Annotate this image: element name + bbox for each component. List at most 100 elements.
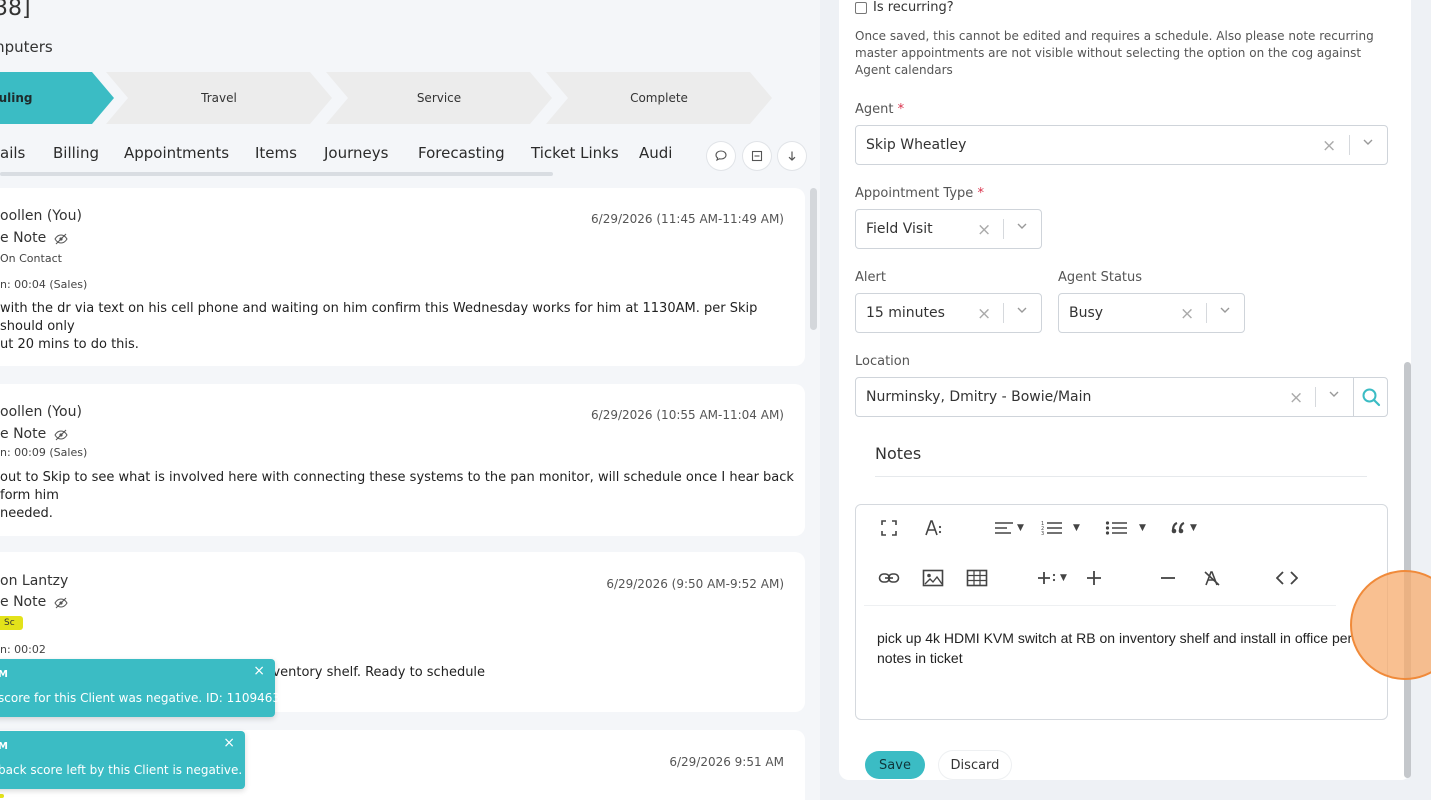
align-icon[interactable]: ▼ [993,519,1024,537]
location-label: Location [855,354,910,369]
actions-scrollbar[interactable] [810,188,817,330]
ticket-id: 38] [0,0,31,21]
arrow-down-icon[interactable] [778,142,806,170]
action-time: 6/29/2026 (11:45 AM-11:49 AM) [591,212,784,226]
alert-label: Alert [855,270,886,285]
toast-title: M [0,669,8,680]
toast-message: back score left by this Client is negati… [0,763,243,777]
agent-status-value: Busy [1069,305,1104,321]
ticket-pane: 38] mputers duling Travel Service Comple… [0,0,820,800]
recurring-help-text: Once saved, this cannot be edited and re… [855,29,1374,77]
tabs-scrollbar[interactable] [0,172,553,176]
appointment-type-label: Appointment Type * [855,186,984,201]
eye-off-icon[interactable] [54,597,68,609]
tab-audit[interactable]: Audi [639,144,672,162]
action-card[interactable]: oollen (You) e Note On Contact n: 00:04 … [0,188,805,366]
notes-text[interactable]: pick up 4k HDMI KVM switch at RB on inve… [877,628,1367,668]
tab-forecasting[interactable]: Forecasting [418,144,505,162]
font-size-icon[interactable] [924,519,944,537]
action-time: 6/29/2026 (9:50 AM-9:52 AM) [606,577,784,591]
tab-billing[interactable]: Billing [53,144,99,162]
ticket-tabs: ails Billing Appointments Items Journeys… [0,136,700,172]
clear-icon[interactable]: × [1180,304,1194,324]
toast-notification[interactable]: M score for this Client was negative. ID… [0,659,280,717]
tab-journeys[interactable]: Journeys [324,144,388,162]
location-value: Nurminsky, Dmitry - Bowie/Main [866,389,1092,405]
chevron-down-icon[interactable] [1361,135,1375,153]
agent-initials-badge [0,794,4,798]
clear-icon[interactable]: × [977,220,991,240]
action-card[interactable]: oollen (You) e Note n: 00:09 (Sales) 6/2… [0,384,805,536]
stage-travel[interactable]: Travel [106,72,332,124]
action-body: with the dr via text on his cell phone a… [0,301,758,352]
action-type: e Note [0,594,68,610]
agent-select[interactable]: Skip Wheatley × [855,125,1388,165]
image-icon[interactable] [922,569,944,587]
tab-details[interactable]: ails [0,144,25,162]
notes-heading: Notes [875,444,922,463]
close-icon[interactable]: × [253,663,265,679]
quote-icon[interactable]: ▼ [1170,519,1197,537]
eye-off-icon[interactable] [54,429,68,441]
appointment-type-value: Field Visit [866,221,933,237]
search-icon[interactable] [1353,378,1387,416]
chevron-down-icon[interactable] [1015,303,1029,321]
chevron-down-icon[interactable] [1015,219,1029,237]
plus-icon[interactable] [1085,569,1103,587]
save-button[interactable]: Save [865,751,925,779]
agent-initials-badge: Sc [0,616,23,630]
close-icon[interactable]: × [223,735,235,751]
tab-items[interactable]: Items [255,144,297,162]
toast-title: M [0,741,8,752]
toast-notification[interactable]: M back score left by this Client is nega… [0,731,245,789]
agent-status-label: Agent Status [1058,270,1143,285]
agent-status-select[interactable]: Busy × [1058,293,1245,333]
stage-service[interactable]: Service [326,72,552,124]
alert-select[interactable]: 15 minutes × [855,293,1042,333]
link-icon[interactable] [878,569,900,587]
code-view-icon[interactable] [1276,569,1298,587]
action-duration: n: 00:02 [0,643,46,656]
recurring-label: Is recurring? [873,0,954,15]
action-duration: n: 00:04 (Sales) [0,278,88,291]
tab-appointments[interactable]: Appointments [124,144,229,162]
action-outcome: On Contact [0,252,62,265]
stage-complete[interactable]: Complete [546,72,772,124]
insert-special-icon[interactable]: ▼ [1036,569,1067,587]
chevron-down-icon[interactable] [1218,303,1232,321]
eye-off-icon[interactable] [54,233,68,245]
action-time: 6/29/2026 9:51 AM [669,755,784,769]
clear-icon[interactable]: × [977,304,991,324]
clear-icon[interactable]: × [1289,388,1303,408]
appointment-form: Is recurring? Once saved, this cannot be… [839,0,1411,780]
action-time: 6/29/2026 (10:55 AM-11:04 AM) [591,408,784,422]
ordered-list-icon[interactable]: 123 ▼ [1041,519,1080,537]
svg-text:3: 3 [1041,531,1044,537]
chat-bubble-icon[interactable] [707,142,735,170]
table-icon[interactable] [966,569,988,587]
chevron-down-icon[interactable] [1327,387,1341,405]
stage-scheduling[interactable]: duling [0,72,114,124]
clear-formatting-icon[interactable] [1203,569,1221,587]
discard-button[interactable]: Discard [939,751,1011,779]
alert-value: 15 minutes [866,305,945,321]
action-author: on Lantzy [0,573,69,589]
appointment-type-select[interactable]: Field Visit × [855,209,1042,249]
notes-editor[interactable]: ▼ 123 ▼ ▼ ▼ ▼ pick up 4k HDMI KVM switch… [855,504,1388,720]
progress-stages: duling Travel Service Complete [0,72,780,124]
action-duration: n: 00:09 (Sales) [0,446,88,459]
clear-icon[interactable]: × [1322,136,1336,156]
client-name: mputers [0,38,53,56]
toast-message: score for this Client was negative. ID: … [0,691,281,705]
agent-value: Skip Wheatley [866,137,967,153]
minus-icon[interactable] [1159,569,1177,587]
tab-ticket-links[interactable]: Ticket Links [531,144,619,162]
bullet-list-icon[interactable]: ▼ [1105,519,1146,537]
collapse-icon[interactable] [743,142,771,170]
fullscreen-icon[interactable] [880,519,898,537]
recurring-checkbox[interactable] [855,1,867,14]
location-select[interactable]: Nurminsky, Dmitry - Bowie/Main × [855,377,1388,417]
action-type: e Note [0,230,68,246]
agent-label: Agent * [855,102,905,117]
action-author: oollen (You) [0,208,82,224]
